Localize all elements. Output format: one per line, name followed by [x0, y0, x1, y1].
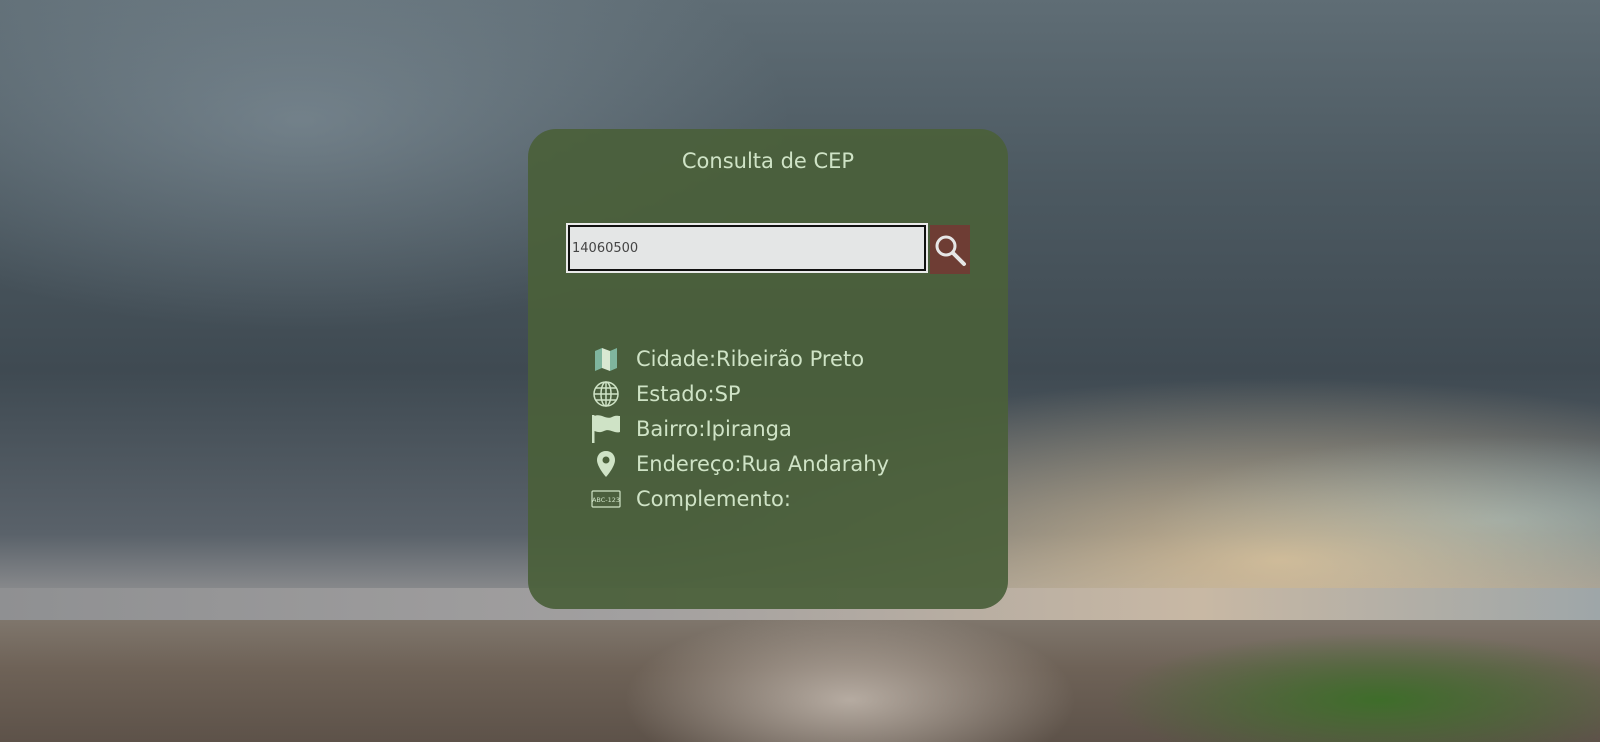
result-value: Ipiranga — [705, 416, 792, 441]
flag-icon — [590, 413, 622, 445]
map-icon — [590, 343, 622, 375]
result-value: Ribeirão Preto — [716, 346, 865, 371]
result-value: Rua Andarahy — [741, 451, 890, 476]
result-complemento: ABC-123 Complemento: — [590, 481, 889, 516]
result-endereco: Endereço: Rua Andarahy — [590, 446, 889, 481]
result-cidade: Cidade: Ribeirão Preto — [590, 341, 889, 376]
search-icon — [935, 235, 966, 266]
cep-input[interactable] — [566, 223, 928, 273]
result-value: SP — [714, 381, 741, 406]
result-label: Endereço: — [636, 451, 742, 476]
result-label: Estado: — [636, 381, 715, 406]
result-label: Cidade: — [636, 346, 717, 371]
result-label: Complemento: — [636, 486, 791, 511]
cep-card: Consulta de CEP Cidade:Ribeirão Preto — [528, 129, 1008, 609]
location-pin-icon — [590, 448, 622, 480]
result-list: Cidade: Ribeirão Preto Estado: SP Bairro… — [590, 341, 889, 516]
result-bairro: Bairro: Ipiranga — [590, 411, 889, 446]
plate-icon-text: ABC-123 — [592, 496, 620, 504]
background-ground — [0, 620, 1600, 742]
plate-icon: ABC-123 — [590, 483, 622, 515]
search-button[interactable] — [930, 225, 970, 274]
result-estado: Estado: SP — [590, 376, 889, 411]
result-label: Bairro: — [636, 416, 706, 441]
page-title: Consulta de CEP — [681, 149, 855, 173]
globe-icon — [590, 378, 622, 410]
